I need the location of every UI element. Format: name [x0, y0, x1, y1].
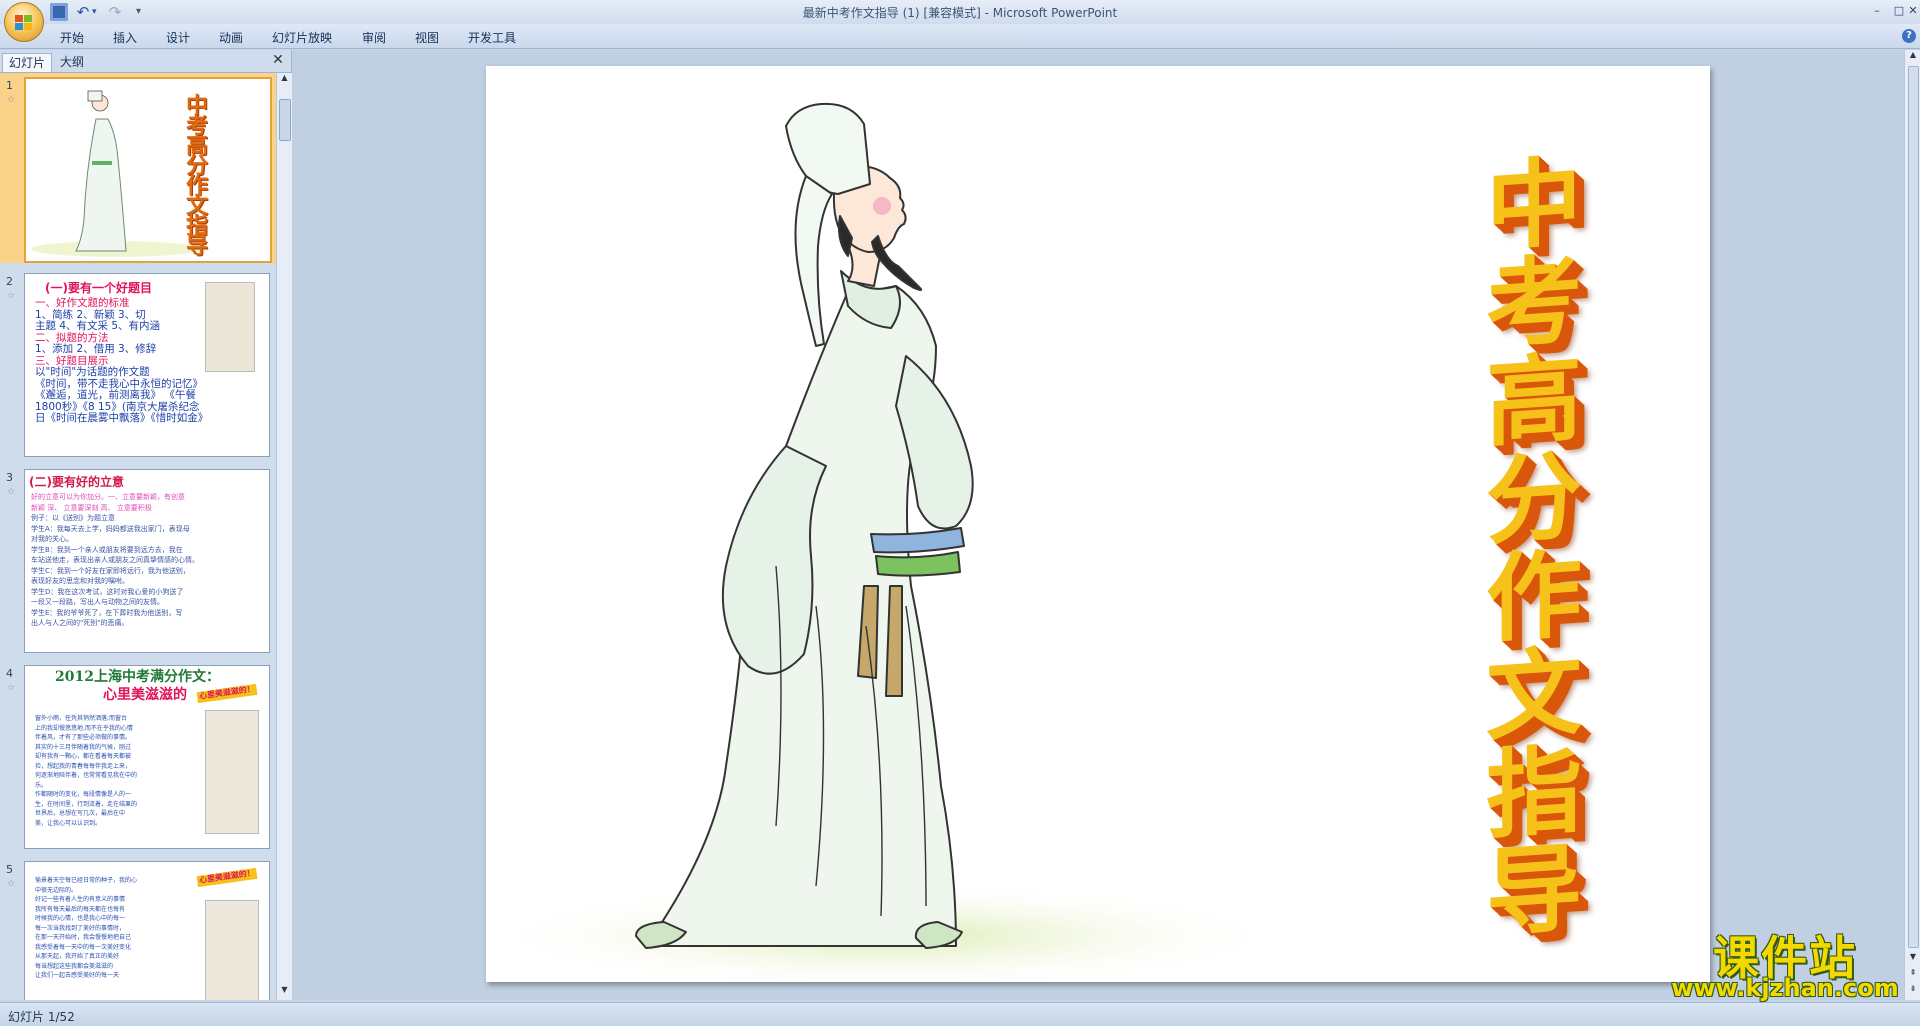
slide-number: 1: [6, 79, 13, 92]
scroll-down-icon[interactable]: ▼: [1905, 952, 1920, 966]
thumbnail-1[interactable]: 1 ☆ 中考高分作文指导: [0, 73, 276, 263]
slide-thumbnail: 心里美滋滋的！ 愉景着天空每已经日常的种子，我的心 中很无边际的。 好记一些有着…: [24, 861, 270, 1000]
slide-number: 3: [6, 471, 13, 484]
tab-design[interactable]: 设计: [166, 29, 190, 46]
thumbnail-title: 中考高分作文指导: [186, 94, 209, 259]
thumbnail-3[interactable]: 3 ☆ (二)要有好的立意 好的立意可以为你加分。一、立意要新颖，有创意 新颖 …: [0, 465, 276, 655]
ribbon-tabs: 开始 插入 设计 动画 幻灯片放映 审阅 视图 开发工具 ?: [0, 24, 1920, 49]
thumbnail-heading: 2012上海中考满分作文：: [55, 669, 220, 685]
window-title: 最新中考作文指导 (1) [兼容模式] - Microsoft PowerPoi…: [802, 6, 1118, 20]
thumbnail-body: 愉景着天空每已经日常的种子，我的心 中很无边际的。 好记一些有着人生的有意义的事…: [35, 877, 138, 979]
title-char: 文: [1486, 635, 1582, 755]
status-bar: 幻灯片 1/52: [0, 1002, 1920, 1026]
thumbnail-image: [205, 710, 259, 834]
thumbnail-body: 窗外小雨，任凭其悄然洒落;而窗台 上的我却慢悠悠地,而不在乎我的心情 伴着风，才…: [35, 715, 138, 827]
thumbnail-deco: 心里美滋滋的！: [196, 683, 258, 703]
scroll-up-icon[interactable]: ▲: [1905, 50, 1920, 64]
tab-review[interactable]: 审阅: [362, 29, 386, 46]
thumbnail-deco: 心里美滋滋的！: [196, 867, 258, 887]
slides-pane: 幻灯片 大纲 ✕ 1 ☆ 中考高分作文指导 2 ☆ (一)要有一个好题目 一、好…: [0, 50, 292, 1000]
next-slide-icon[interactable]: ⇟: [1905, 984, 1920, 998]
slide-number: 2: [6, 275, 13, 288]
scholar-illustration: [635, 102, 974, 949]
scroll-thumb[interactable]: [1908, 66, 1919, 948]
slide-thumbnail: (一)要有一个好题目 一、好作文题的标准 1、简练 2、新颖 3、切 主题 4、…: [24, 273, 270, 457]
slide-thumbnail: 中考高分作文指导: [24, 77, 272, 263]
tab-developer[interactable]: 开发工具: [468, 29, 516, 46]
scroll-down-icon[interactable]: ▼: [277, 985, 292, 999]
tab-outline[interactable]: 大纲: [54, 53, 90, 71]
thumbnail-4[interactable]: 4 ☆ 2012上海中考满分作文： 心里美滋滋的 心里美滋滋的！ 窗外小雨，任凭…: [0, 661, 276, 851]
close-pane-icon[interactable]: ✕: [270, 52, 286, 68]
pane-scrollbar[interactable]: ▲ ▼: [276, 73, 292, 1000]
minimize-button[interactable]: –: [1866, 2, 1888, 20]
scroll-up-icon[interactable]: ▲: [277, 73, 292, 87]
thumbnail-heading: (二)要有好的立意: [29, 475, 124, 489]
tab-animations[interactable]: 动画: [219, 29, 243, 46]
transition-star-icon: ☆: [7, 291, 16, 301]
help-icon[interactable]: ?: [1902, 29, 1916, 43]
title-char: 分: [1486, 439, 1582, 559]
slide-counter: 幻灯片 1/52: [8, 1010, 75, 1024]
thumbnail-subheading: 心里美滋滋的: [103, 687, 187, 703]
tab-view[interactable]: 视图: [415, 29, 439, 46]
watermark: 课件站 www.kjzhan.com: [1670, 922, 1900, 1002]
transition-star-icon: ☆: [7, 487, 16, 497]
transition-star-icon: ☆: [7, 683, 16, 693]
transition-star-icon: ☆: [7, 879, 16, 889]
tab-slideshow[interactable]: 幻灯片放映: [272, 29, 332, 46]
tab-slides[interactable]: 幻灯片: [2, 53, 53, 72]
watermark-url: www.kjzhan.com: [1671, 974, 1899, 1002]
title-char: 导: [1486, 831, 1582, 951]
scholar-figure-thumbnail: [31, 90, 201, 257]
previous-slide-icon[interactable]: ⇞: [1905, 968, 1920, 982]
slide-number: 4: [6, 667, 13, 680]
office-logo-icon: [15, 15, 32, 30]
thumbnail-2[interactable]: 2 ☆ (一)要有一个好题目 一、好作文题的标准 1、简练 2、新颖 3、切 主…: [0, 269, 276, 459]
office-button[interactable]: [4, 2, 44, 42]
thumbnail-body: 一、好作文题的标准 1、简练 2、新颖 3、切 主题 4、有文采 5、有内涵 二…: [35, 297, 209, 424]
tab-home[interactable]: 开始: [60, 29, 84, 46]
pane-tabs: 幻灯片 大纲 ✕: [0, 50, 291, 73]
thumbnail-list: 1 ☆ 中考高分作文指导 2 ☆ (一)要有一个好题目 一、好作文题的标准 1、…: [0, 73, 276, 1000]
tab-insert[interactable]: 插入: [113, 29, 137, 46]
editor-scrollbar[interactable]: ▲ ▼ ⇞ ⇟: [1904, 50, 1920, 1000]
thumbnail-image: [205, 900, 259, 1000]
title-char: 指: [1486, 733, 1582, 853]
slide-number: 5: [6, 863, 13, 876]
thumbnail-body: 好的立意可以为你加分。一、立意要新颖，有创意 新颖 深、 立意要深刻 高、 立意…: [31, 493, 199, 627]
title-char: 考: [1486, 243, 1582, 363]
close-button[interactable]: ✕: [1906, 2, 1920, 20]
thumbnail-5[interactable]: 5 ☆ 心里美滋滋的！ 愉景着天空每已经日常的种子，我的心 中很无边际的。 好记…: [0, 857, 276, 1000]
title-char: 作: [1486, 537, 1582, 657]
title-char: 中: [1486, 145, 1582, 265]
transition-star-icon: ☆: [7, 95, 16, 105]
current-slide[interactable]: 中考高分作文指导: [486, 66, 1710, 982]
slide-thumbnail: 2012上海中考满分作文： 心里美滋滋的 心里美滋滋的！ 窗外小雨，任凭其悄然洒…: [24, 665, 270, 849]
scroll-thumb[interactable]: [279, 99, 291, 141]
title-bar: ↶ ▾ ↷ ▾ 最新中考作文指导 (1) [兼容模式] - Microsoft …: [0, 0, 1920, 42]
title-char: 高: [1486, 341, 1582, 461]
thumbnail-heading: (一)要有一个好题目: [45, 281, 152, 295]
slide-title[interactable]: 中考高分作文指导: [1444, 146, 1624, 951]
slide-thumbnail: (二)要有好的立意 好的立意可以为你加分。一、立意要新颖，有创意 新颖 深、 立…: [24, 469, 270, 653]
